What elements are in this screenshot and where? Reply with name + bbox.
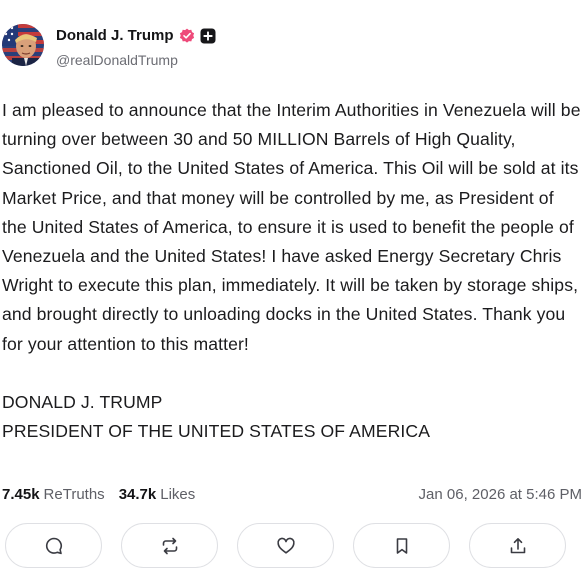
author-name-row: Donald J. Trump	[56, 27, 216, 44]
share-icon	[510, 537, 525, 553]
retruths-count[interactable]: 7.45k	[2, 486, 40, 503]
plus-badge-icon	[200, 28, 216, 44]
like-button[interactable]	[237, 523, 334, 568]
likes-count[interactable]: 34.7k	[119, 486, 157, 503]
reply-button[interactable]	[5, 523, 102, 568]
post-text-paragraph: I am pleased to announce that the Interi…	[2, 100, 581, 354]
bookmark-button[interactable]	[353, 523, 450, 568]
post-timestamp: Jan 06, 2026 at 5:46 PM	[418, 486, 582, 503]
bookmark-icon	[396, 537, 407, 554]
retruth-button[interactable]	[121, 523, 218, 568]
heart-icon	[276, 537, 295, 554]
post-signature: DONALD J. TRUMP PRESIDENT OF THE UNITED …	[2, 391, 431, 442]
repost-icon	[162, 537, 177, 554]
verified-badge-icon	[179, 28, 195, 44]
comment-icon	[45, 537, 62, 554]
post-body: I am pleased to announce that the Interi…	[2, 96, 582, 446]
share-button[interactable]	[469, 523, 566, 568]
author-handle[interactable]: @realDonaldTrump	[56, 52, 178, 68]
truth-post: Donald J. Trump @realDonaldTrump I am pl…	[0, 0, 585, 585]
likes-label[interactable]: Likes	[160, 486, 195, 503]
retruths-label[interactable]: ReTruths	[44, 486, 105, 503]
avatar[interactable]	[2, 24, 44, 66]
action-bar	[0, 523, 585, 569]
author-display-name[interactable]: Donald J. Trump	[56, 27, 174, 44]
post-stats: 7.45k ReTruths 34.7k Likes Jan 06, 2026 …	[2, 486, 582, 503]
